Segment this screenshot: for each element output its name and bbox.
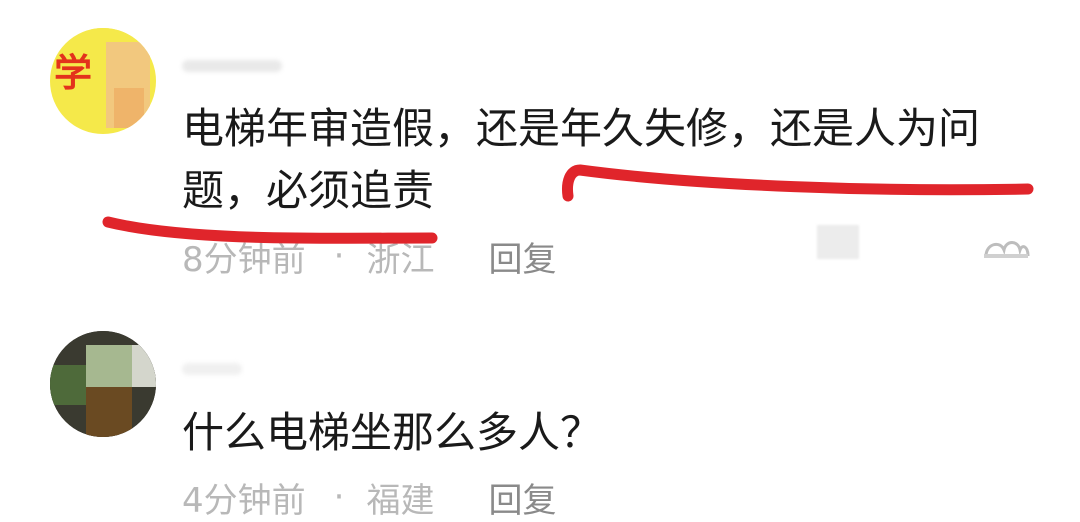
avatar[interactable]	[50, 331, 156, 437]
username[interactable]	[182, 363, 242, 375]
avatar-mosaic	[132, 345, 156, 387]
avatar-mosaic	[50, 365, 86, 405]
comment-item: 什么电梯坐那么多人？ 4分钟前 · 福建 回复	[0, 300, 1080, 522]
reply-button[interactable]: 回复	[488, 473, 556, 522]
comment-text: 什么电梯坐那么多人？	[182, 408, 603, 457]
username[interactable]	[182, 60, 282, 72]
more-options-icon[interactable]	[982, 230, 1030, 260]
reply-button[interactable]: 回复	[488, 232, 556, 281]
avatar-text: 学	[54, 51, 93, 95]
avatar-mosaic	[86, 345, 132, 387]
avatar-mosaic	[86, 387, 132, 437]
comment-meta: 4分钟前 · 福建 回复	[182, 472, 556, 522]
avatar[interactable]: 学	[50, 28, 156, 134]
avatar-mosaic	[114, 88, 144, 128]
comment-meta: 8分钟前 · 浙江 回复	[182, 231, 556, 281]
comment-text: 电梯年审造假，还是年久失修，还是人为问题，必须追责	[182, 104, 981, 215]
like-icon[interactable]	[817, 225, 859, 259]
comment-location: 福建	[366, 480, 435, 521]
comment-item: 学 电梯年审造假，还是年久失修，还是人为问题，必须追责 8分钟前 · 浙江 回复	[0, 0, 1080, 300]
meta-separator: ·	[333, 236, 345, 276]
comment-time: 4分钟前	[182, 480, 306, 521]
comment-location: 浙江	[366, 239, 435, 280]
comment-time: 8分钟前	[182, 239, 306, 280]
meta-separator: ·	[333, 477, 345, 517]
